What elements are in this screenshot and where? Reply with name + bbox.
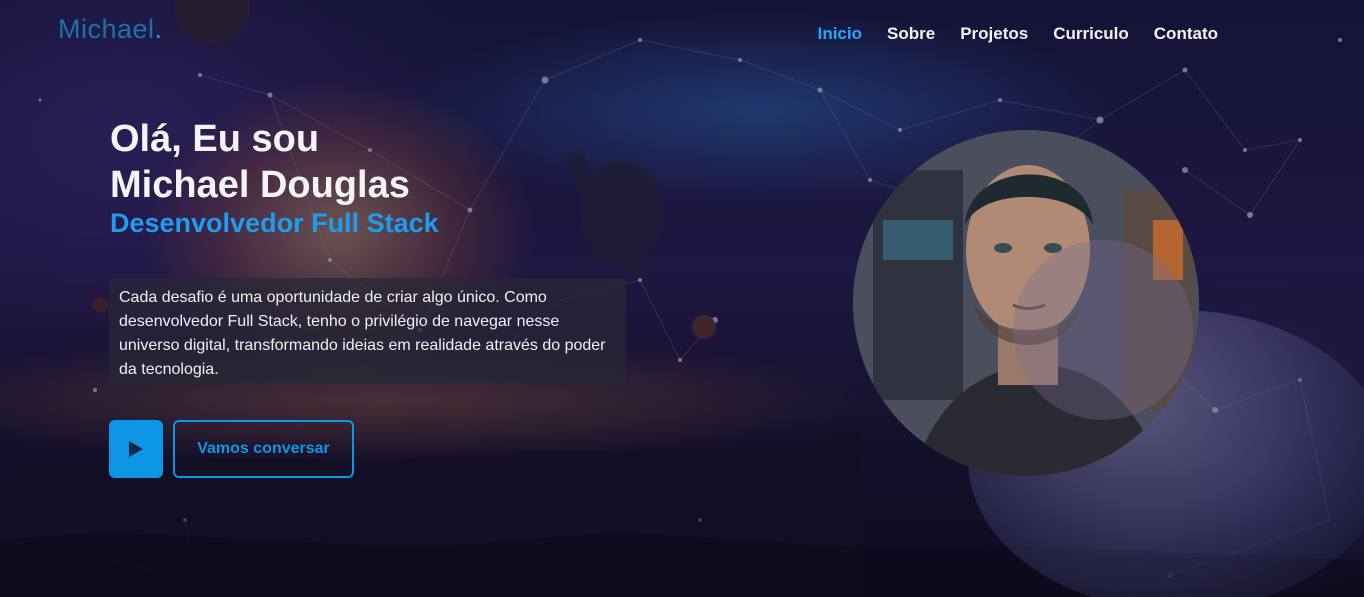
hero-role: Desenvolvedor Full Stack [110,208,439,238]
nav-item-curriculo[interactable]: Curriculo [1053,24,1129,44]
profile-avatar [853,130,1199,476]
contact-cta-button[interactable]: Vamos conversar [173,420,354,478]
nav-menu: Inicio Sobre Projetos Curriculo Contato [818,24,1218,44]
play-button[interactable] [109,420,163,478]
hero-greeting-line2: Michael Douglas [110,164,410,206]
nav-item-inicio[interactable]: Inicio [818,24,862,44]
hero-section: Olá, Eu sou Michael Douglas Desenvolvedo… [110,116,650,239]
nav-item-projetos[interactable]: Projetos [960,24,1028,44]
hero-greeting-line1: Olá, Eu sou [110,118,320,160]
nav-item-sobre[interactable]: Sobre [887,24,935,44]
play-icon [129,441,143,457]
brand-dot: . [154,14,163,44]
brand-logo[interactable]: Michael. [58,14,163,45]
hero-heading: Olá, Eu sou Michael Douglas [110,116,650,208]
top-navbar: Michael. Inicio Sobre Projetos Curriculo… [0,0,1364,70]
brand-name: Michael [58,14,155,44]
nav-item-contato[interactable]: Contato [1154,24,1218,44]
hero-description: Cada desafio é uma oportunidade de criar… [109,278,626,384]
